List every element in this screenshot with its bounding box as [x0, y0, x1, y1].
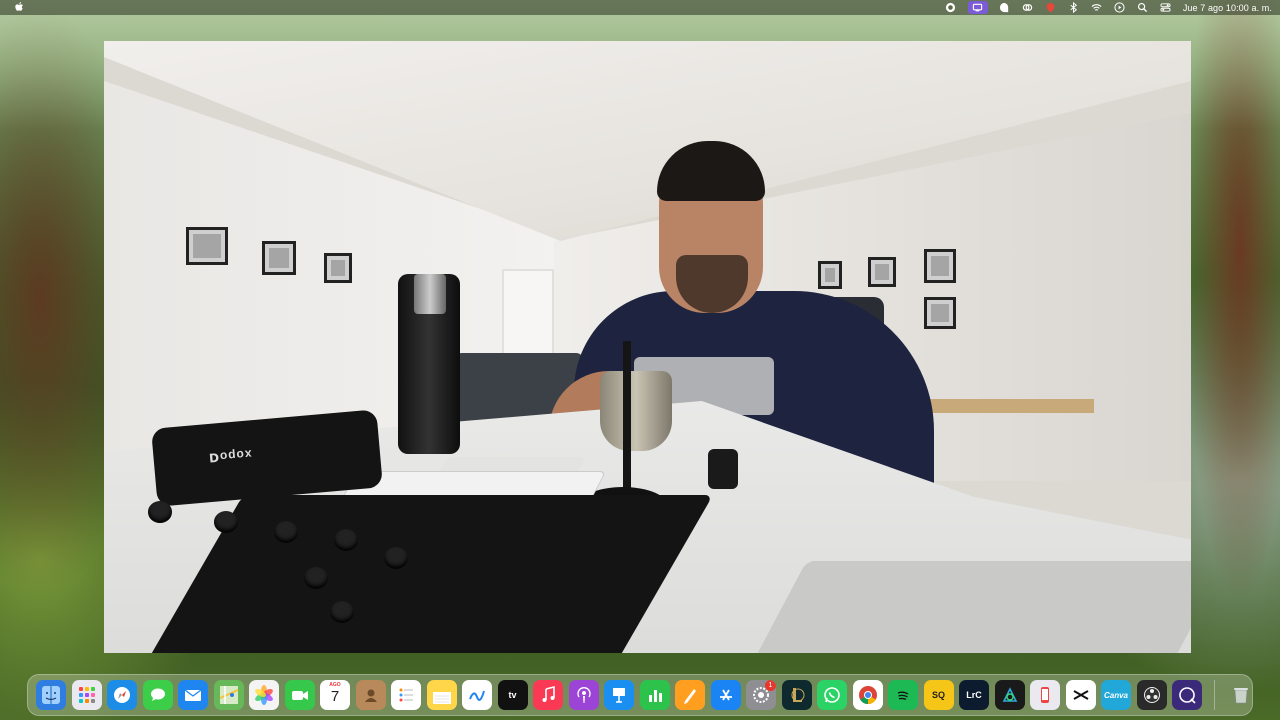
menu-bar-clock[interactable]: Jue 7 ago 10:00 a. m. [1183, 3, 1272, 13]
keynote-icon[interactable] [604, 680, 634, 710]
wall-picture-frame [868, 257, 896, 287]
launchpad-icon[interactable] [71, 680, 102, 710]
music-icon[interactable] [533, 680, 563, 710]
podcasts-icon[interactable] [568, 680, 599, 710]
status-menu-area: Jue 7 ago 10:00 a. m. [945, 0, 1272, 15]
messages-icon[interactable] [142, 680, 173, 710]
photos-icon[interactable] [249, 680, 279, 710]
grammarly-icon[interactable] [945, 2, 957, 13]
obs-icon[interactable] [1136, 680, 1167, 710]
chrome-icon[interactable] [852, 680, 883, 710]
lightroom-classic-icon[interactable]: LrC [959, 680, 989, 710]
dock: AGO 7 tv 1 SQ LrC Canva [27, 674, 1253, 716]
sequel-label: SQ [931, 690, 945, 700]
smart-watch [708, 449, 738, 489]
sequel-icon[interactable]: SQ [923, 680, 954, 710]
apple-tv-label: tv [508, 690, 517, 700]
maps-icon[interactable] [213, 680, 244, 710]
canva-label: Canva [1103, 690, 1128, 700]
control-center-icon[interactable] [1160, 2, 1172, 13]
apple-tv-icon[interactable]: tv [497, 680, 528, 710]
console-knob [384, 547, 408, 569]
wall-picture-frame [924, 297, 956, 329]
console-knob [148, 501, 172, 523]
facetime-icon[interactable] [284, 680, 315, 710]
contacts-icon[interactable] [355, 680, 386, 710]
numbers-icon[interactable] [639, 680, 670, 710]
capcut-icon[interactable] [1065, 680, 1096, 710]
camera-video-window: xopoᗡ [104, 41, 1191, 653]
whatsapp-icon[interactable] [817, 680, 847, 710]
affinity-icon[interactable] [994, 680, 1025, 710]
notification-badge: 1 [765, 680, 776, 691]
phone-mirror-icon[interactable] [1030, 680, 1060, 710]
console-knob [214, 511, 238, 533]
shield-icon[interactable] [1045, 2, 1057, 13]
reminders-icon[interactable] [391, 680, 421, 710]
calendar-icon[interactable]: AGO 7 [320, 680, 350, 710]
apple-menu-icon[interactable] [14, 1, 24, 13]
play-circle-icon[interactable] [1114, 2, 1126, 13]
console-knob [330, 601, 354, 623]
console-knob [334, 529, 358, 551]
laptop [753, 561, 1191, 653]
finder-icon[interactable] [36, 680, 66, 710]
notes-icon[interactable] [426, 680, 457, 710]
spotify-icon[interactable] [888, 680, 918, 710]
wall-picture-frame [818, 261, 842, 289]
screen-capture-icon[interactable] [1172, 680, 1202, 710]
trash-icon[interactable] [1226, 680, 1256, 710]
mate-cup [600, 371, 672, 451]
search-icon[interactable] [1137, 2, 1149, 13]
thermos-cap [414, 274, 446, 314]
wifi-icon[interactable] [1091, 2, 1103, 13]
console-knob [274, 521, 298, 543]
league-of-legends-icon[interactable] [781, 680, 812, 710]
canva-icon[interactable]: Canva [1101, 680, 1131, 710]
chat-bubble-icon[interactable] [999, 2, 1011, 13]
wall-picture-frame [186, 227, 228, 265]
pages-icon[interactable] [675, 680, 705, 710]
creative-cloud-icon[interactable] [1022, 2, 1034, 13]
microphone-stand [623, 341, 631, 501]
screen-recorder-icon[interactable] [967, 1, 988, 14]
wall-picture-frame [262, 241, 296, 275]
freeform-icon[interactable] [462, 680, 492, 710]
bluetooth-icon[interactable] [1068, 2, 1080, 13]
calendar-day: 7 [330, 688, 340, 705]
lightroom-classic-label: LrC [966, 690, 982, 700]
wall-picture-frame [324, 253, 352, 283]
mail-icon[interactable] [178, 680, 208, 710]
system-settings-icon[interactable]: 1 [746, 680, 776, 710]
console-knob [304, 567, 328, 589]
app-store-icon[interactable] [710, 680, 741, 710]
dock-separator [1213, 680, 1215, 710]
safari-icon[interactable] [107, 680, 137, 710]
menu-bar: Jue 7 ago 10:00 a. m. [0, 0, 1280, 15]
wall-picture-frame [924, 249, 956, 283]
